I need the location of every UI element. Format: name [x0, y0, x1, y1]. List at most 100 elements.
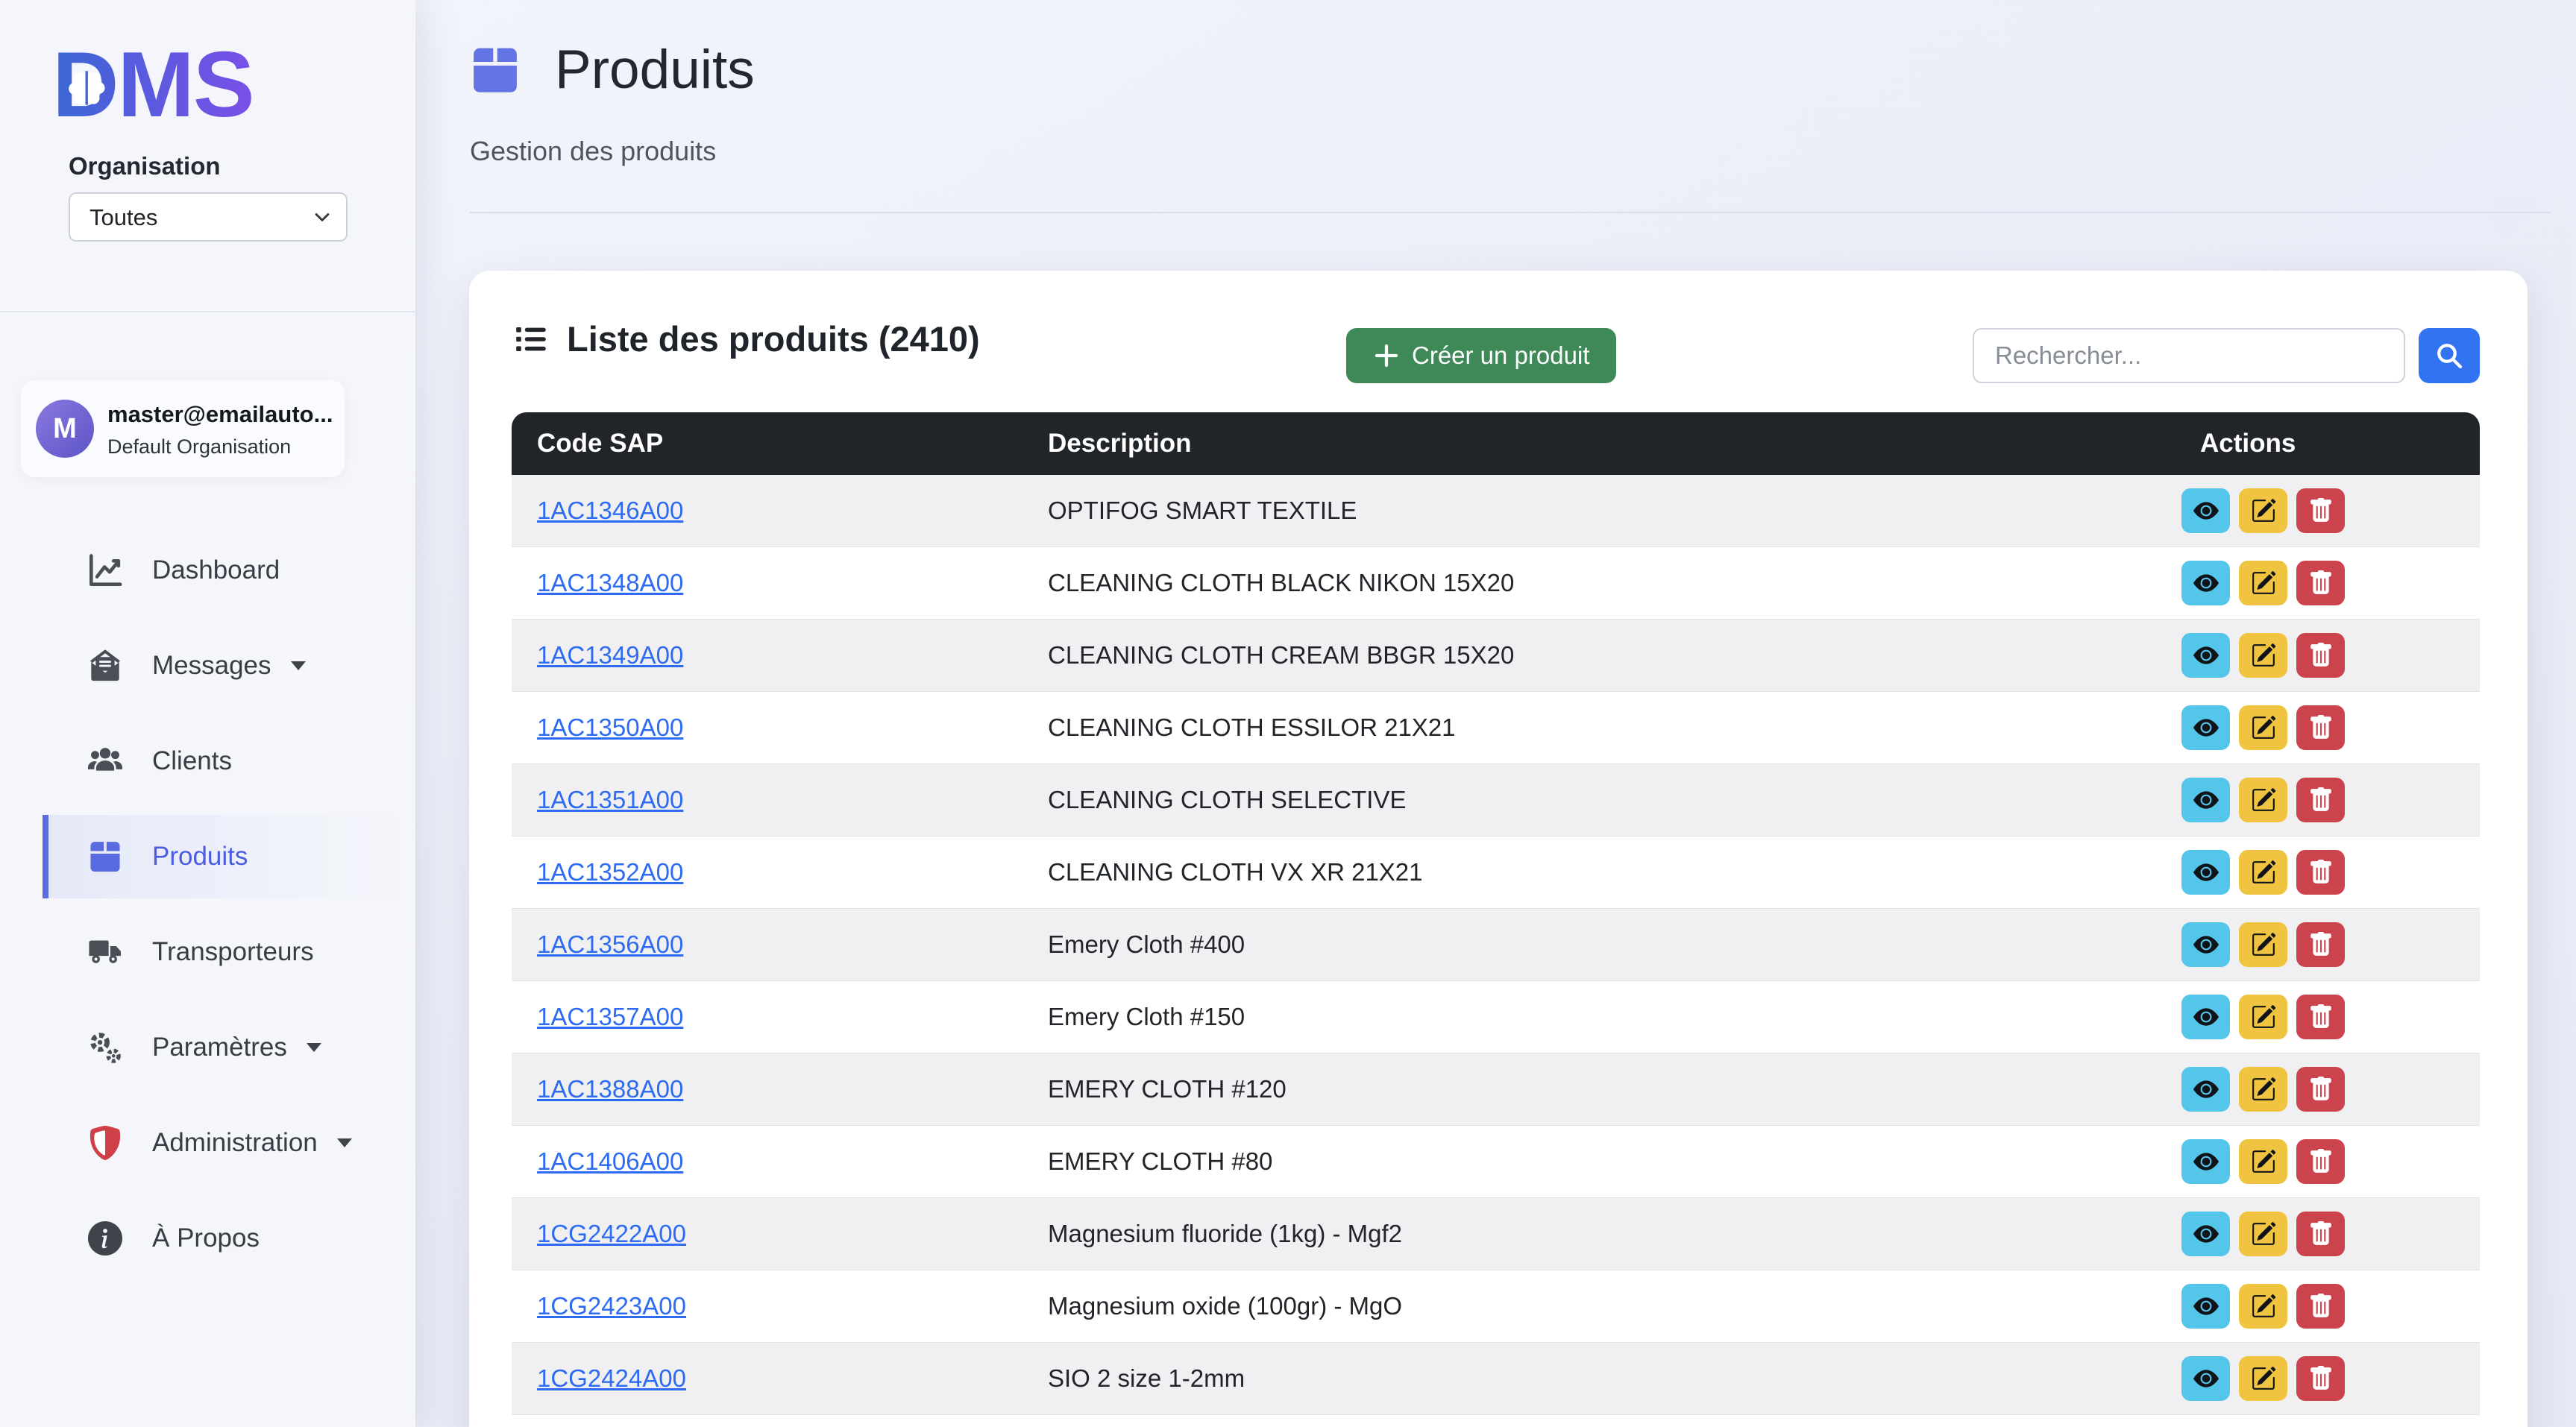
eye-icon — [2193, 1077, 2219, 1102]
product-code-link[interactable]: 1AC1357A00 — [537, 1003, 683, 1030]
user-card[interactable]: M master@emailauto... Default Organisati… — [21, 380, 345, 477]
product-code-link[interactable]: 1AC1348A00 — [537, 569, 683, 596]
edit-button[interactable] — [2239, 488, 2287, 533]
product-description: Magnesium oxide (100gr) - MgO — [1022, 1292, 2155, 1320]
edit-button[interactable] — [2239, 922, 2287, 967]
page-subtitle: Gestion des produits — [470, 136, 716, 167]
edit-button[interactable] — [2239, 1356, 2287, 1401]
table-row: 1CG2425A00 SiO2 size 1-3mm / 0702121-011… — [512, 1415, 2480, 1427]
trash-icon — [2308, 860, 2334, 885]
user-email: master@emailauto... — [107, 401, 333, 428]
delete-button[interactable] — [2296, 1356, 2345, 1401]
delete-button[interactable] — [2296, 850, 2345, 895]
view-button[interactable] — [2181, 561, 2230, 605]
delete-button[interactable] — [2296, 1212, 2345, 1256]
delete-button[interactable] — [2296, 561, 2345, 605]
delete-button[interactable] — [2296, 778, 2345, 822]
product-code-link[interactable]: 1AC1349A00 — [537, 641, 683, 669]
avatar: M — [36, 400, 94, 458]
eye-icon — [2193, 1149, 2219, 1174]
sidebar-item-transporteurs[interactable]: Transporteurs — [43, 910, 415, 994]
app-logo: DMS — [52, 36, 254, 134]
main-content: Produits Gestion des produits Liste des … — [415, 0, 2576, 1427]
delete-button[interactable] — [2296, 1139, 2345, 1184]
search-input[interactable] — [1973, 328, 2405, 383]
box-icon — [470, 45, 521, 95]
edit-button[interactable] — [2239, 1284, 2287, 1329]
sidebar-item-label: Paramètres — [152, 1033, 287, 1062]
edit-button[interactable] — [2239, 1067, 2287, 1112]
eye-icon — [2193, 787, 2219, 813]
sidebar-divider — [0, 311, 415, 312]
delete-button[interactable] — [2296, 922, 2345, 967]
view-button[interactable] — [2181, 995, 2230, 1039]
edit-button[interactable] — [2239, 633, 2287, 678]
edit-button[interactable] — [2239, 778, 2287, 822]
product-code-link[interactable]: 1AC1346A00 — [537, 497, 683, 524]
edit-button[interactable] — [2239, 995, 2287, 1039]
product-code-link[interactable]: 1AC1356A00 — [537, 930, 683, 958]
view-button[interactable] — [2181, 705, 2230, 750]
sidebar-item-parametres[interactable]: Paramètres — [43, 1006, 415, 1089]
product-code-link[interactable]: 1AC1388A00 — [537, 1075, 683, 1103]
view-button[interactable] — [2181, 778, 2230, 822]
create-product-button[interactable]: Créer un produit — [1346, 328, 1616, 383]
view-button[interactable] — [2181, 488, 2230, 533]
search-button[interactable] — [2419, 328, 2480, 383]
products-table: Code SAP Description Actions 1AC1346A00 … — [512, 412, 2480, 1427]
product-code-link[interactable]: 1AC1352A00 — [537, 858, 683, 886]
edit-button[interactable] — [2239, 850, 2287, 895]
people-icon — [88, 744, 122, 778]
pencil-square-icon — [2251, 1294, 2276, 1319]
sidebar-item-label: Produits — [152, 842, 248, 872]
product-description: CLEANING CLOTH SELECTIVE — [1022, 786, 2155, 814]
table-row: 1AC1406A00 EMERY CLOTH #80 — [512, 1126, 2480, 1198]
view-button[interactable] — [2181, 1067, 2230, 1112]
trash-icon — [2308, 1221, 2334, 1247]
edit-button[interactable] — [2239, 1212, 2287, 1256]
product-description: EMERY CLOTH #120 — [1022, 1075, 2155, 1103]
delete-button[interactable] — [2296, 1067, 2345, 1112]
view-button[interactable] — [2181, 850, 2230, 895]
header-divider — [470, 212, 2551, 213]
view-button[interactable] — [2181, 1356, 2230, 1401]
edit-button[interactable] — [2239, 705, 2287, 750]
gears-icon — [88, 1030, 122, 1065]
sidebar-item-clients[interactable]: Clients — [43, 719, 415, 803]
edit-button[interactable] — [2239, 1139, 2287, 1184]
edit-button[interactable] — [2239, 561, 2287, 605]
delete-button[interactable] — [2296, 633, 2345, 678]
sidebar-item-dashboard[interactable]: Dashboard — [43, 529, 415, 612]
product-code-link[interactable]: 1AC1350A00 — [537, 714, 683, 741]
sidebar-item-label: Clients — [152, 746, 232, 776]
delete-button[interactable] — [2296, 1284, 2345, 1329]
products-list-title: Liste des produits (2410) — [567, 318, 980, 359]
table-row: 1CG2423A00 Magnesium oxide (100gr) - MgO — [512, 1270, 2480, 1343]
delete-button[interactable] — [2296, 995, 2345, 1039]
product-code-link[interactable]: 1CG2424A00 — [537, 1364, 686, 1392]
delete-button[interactable] — [2296, 488, 2345, 533]
view-button[interactable] — [2181, 1212, 2230, 1256]
sidebar-item-administration[interactable]: Administration — [43, 1101, 415, 1185]
product-code-link[interactable]: 1AC1406A00 — [537, 1147, 683, 1175]
product-code-link[interactable]: 1CG2423A00 — [537, 1292, 686, 1320]
product-code-link[interactable]: 1CG2422A00 — [537, 1220, 686, 1247]
sidebar-item-label: À Propos — [152, 1223, 260, 1253]
sidebar-item-messages[interactable]: Messages — [43, 624, 415, 708]
trash-icon — [2308, 715, 2334, 740]
sidebar-item-produits[interactable]: Produits — [43, 815, 415, 898]
view-button[interactable] — [2181, 1139, 2230, 1184]
view-button[interactable] — [2181, 1284, 2230, 1329]
pencil-square-icon — [2251, 643, 2276, 668]
trash-icon — [2308, 570, 2334, 596]
organisation-select[interactable]: Toutes — [69, 192, 348, 242]
pencil-square-icon — [2251, 498, 2276, 523]
view-button[interactable] — [2181, 922, 2230, 967]
product-description: Magnesium fluoride (1kg) - Mgf2 — [1022, 1220, 2155, 1248]
product-code-link[interactable]: 1AC1351A00 — [537, 786, 683, 813]
delete-button[interactable] — [2296, 705, 2345, 750]
view-button[interactable] — [2181, 633, 2230, 678]
shield-icon — [88, 1126, 122, 1160]
sidebar-item-a-propos[interactable]: À Propos — [43, 1197, 415, 1280]
brain-icon — [64, 66, 110, 112]
